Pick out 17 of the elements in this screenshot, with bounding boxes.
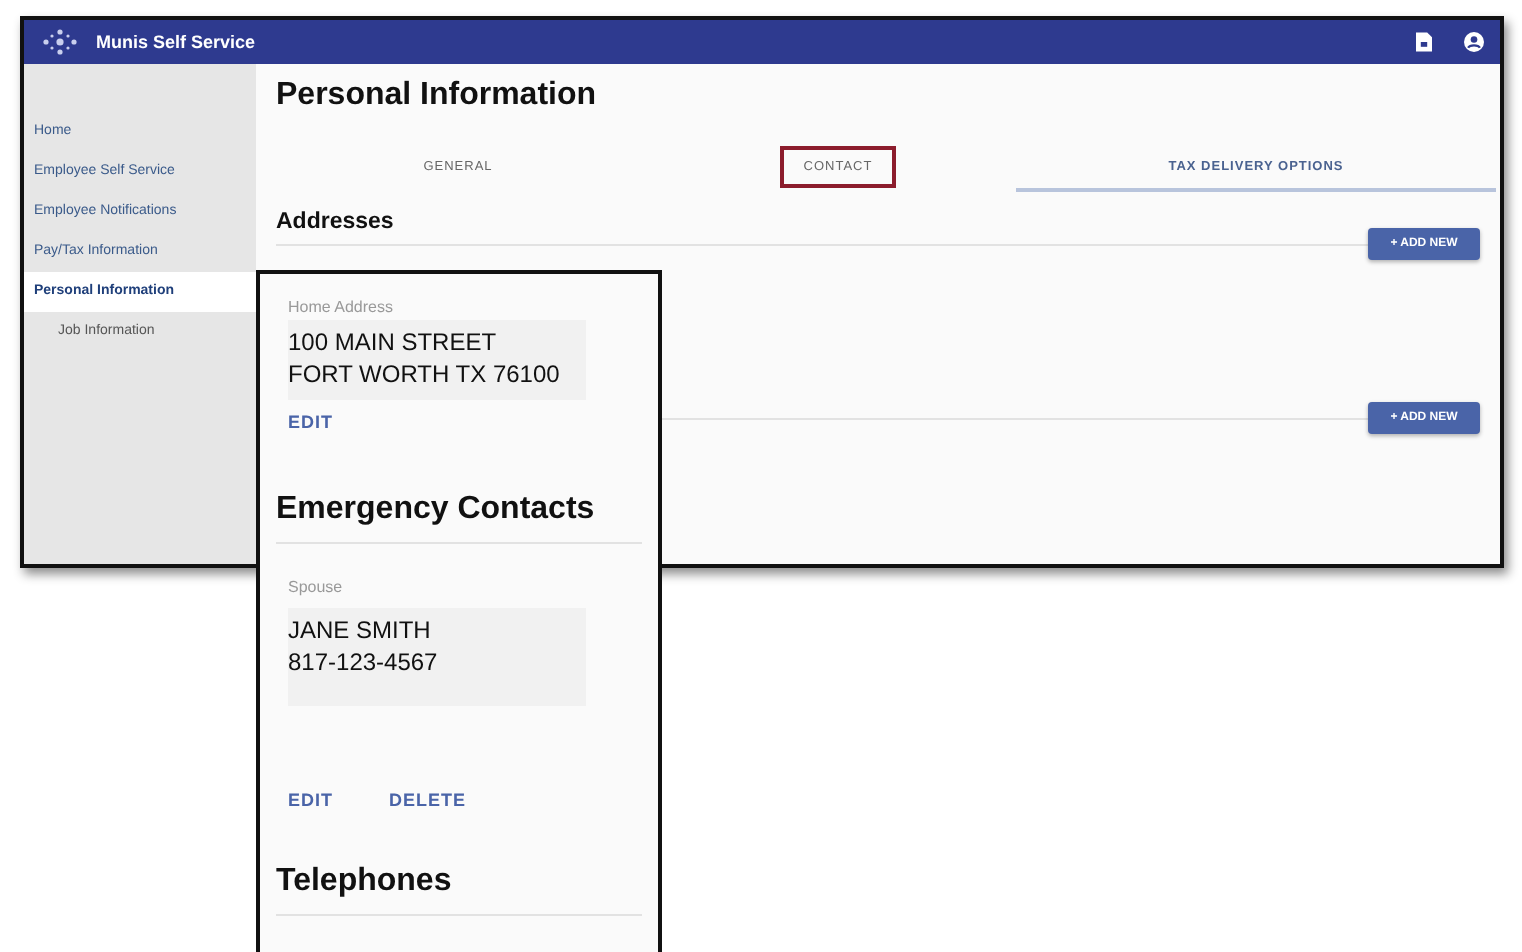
- sparkle-logo-icon: [40, 28, 80, 56]
- section-heading: Telephones: [276, 864, 642, 916]
- section-heading: Addresses: [276, 210, 396, 234]
- action-link[interactable]: DELETE: [389, 790, 467, 810]
- window-title: Munis Self Service: [96, 32, 256, 52]
- contact-line: 817-123-4567: [288, 646, 440, 678]
- page-title: Personal Information: [276, 78, 599, 114]
- action-link[interactable]: EDIT: [288, 790, 334, 810]
- address-line: FORT WORTH TX 76100: [288, 358, 562, 390]
- section-heading: Emergency Contacts: [276, 492, 642, 544]
- contact-line: JANE SMITH: [288, 614, 433, 646]
- action-link[interactable]: EDIT: [288, 412, 334, 432]
- relation-label: Spouse: [288, 578, 345, 596]
- document-icon[interactable]: [1416, 32, 1432, 52]
- user-icon[interactable]: [1464, 32, 1484, 52]
- address-line: 100 MAIN STREET: [288, 326, 499, 358]
- address-label: Home Address: [288, 298, 395, 316]
